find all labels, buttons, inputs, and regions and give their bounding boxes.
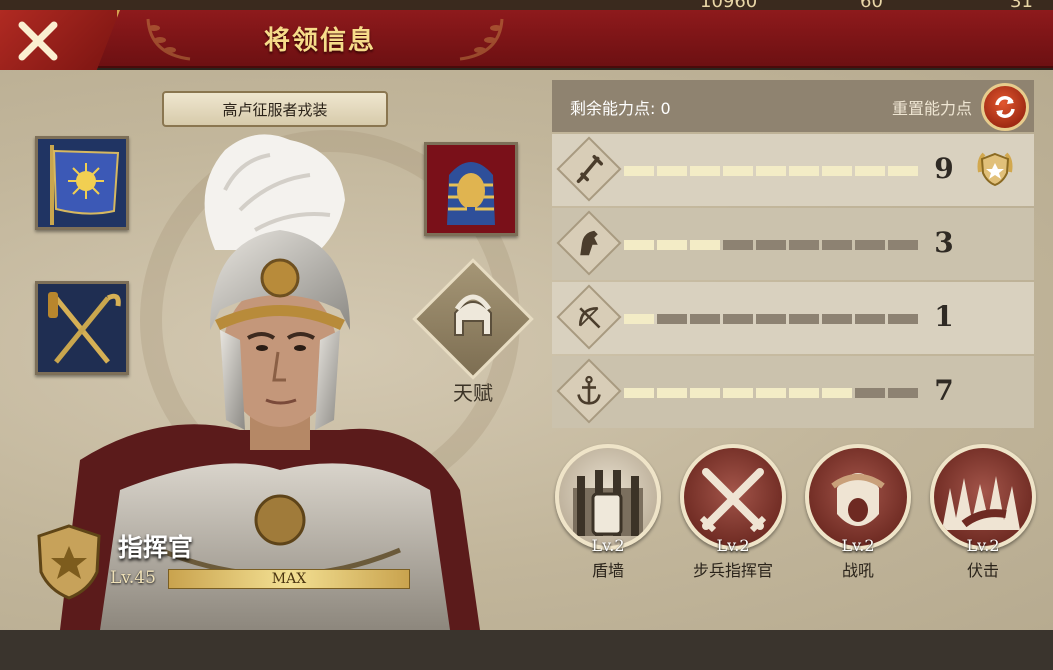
reset-points-label: 重置能力点	[891, 99, 972, 118]
bow-icon	[556, 284, 622, 350]
stat-row[interactable]: 1	[552, 282, 1034, 354]
refresh-icon	[995, 96, 1015, 118]
horse-icon	[556, 210, 622, 276]
stat-point-segment	[888, 166, 918, 176]
skill-name: 盾墙	[591, 561, 624, 580]
stat-point-segment	[756, 240, 786, 250]
equipment-set-name[interactable]: 高卢征服者戎装	[162, 91, 388, 127]
gold-amount: 10960	[700, 0, 757, 10]
remaining-points-value: 0	[660, 99, 671, 118]
stat-point-segment	[855, 314, 885, 324]
stat-value: 7	[934, 374, 954, 407]
stat-point-segment	[888, 240, 918, 250]
stat-point-segment	[822, 166, 852, 176]
stat-point-segment	[855, 388, 885, 398]
sword-icon	[556, 136, 622, 202]
laurel-right-icon	[459, 18, 504, 61]
ability-points-header: 剩余能力点: 0 重置能力点	[552, 80, 1034, 132]
stat-point-segment	[822, 314, 852, 324]
stat-point-segment	[723, 388, 753, 398]
rank-badge-icon	[37, 524, 101, 600]
stat-points-bar	[624, 166, 918, 176]
stat-point-segment	[624, 388, 654, 398]
stat-point-segment	[624, 166, 654, 176]
stat-point-segment	[822, 388, 852, 398]
stat-row[interactable]: 9	[552, 134, 1034, 206]
stat-point-segment	[690, 314, 720, 324]
war-cry-icon[interactable]	[805, 444, 911, 550]
stat-point-segment	[855, 166, 885, 176]
stat-point-segment	[855, 240, 885, 250]
token-amount: 31	[1010, 0, 1033, 10]
stat-value: 1	[934, 300, 954, 333]
experience-max-label: MAX	[271, 571, 307, 587]
stat-point-segment	[690, 166, 720, 176]
stat-point-segment	[657, 388, 687, 398]
stat-point-segment	[756, 314, 786, 324]
skill-level: Lv.2	[966, 536, 1000, 555]
commander-level: Lv.45	[110, 568, 156, 588]
stat-points-bar	[624, 388, 918, 398]
stat-point-segment	[624, 240, 654, 250]
stat-point-segment	[723, 314, 753, 324]
stat-point-segment	[657, 166, 687, 176]
stat-point-segment	[822, 240, 852, 250]
stat-point-segment	[690, 240, 720, 250]
talent-label: 天赋	[453, 381, 493, 405]
stat-point-segment	[888, 314, 918, 324]
skill-level: Lv.2	[841, 536, 875, 555]
stat-row[interactable]: 3	[552, 208, 1034, 280]
rank-title: 指挥官	[118, 533, 194, 562]
crossed-swords-icon[interactable]	[680, 444, 786, 550]
stat-point-segment	[789, 240, 819, 250]
skill-name: 战吼	[841, 561, 874, 580]
commander-portrait	[60, 134, 480, 630]
stat-point-segment	[789, 314, 819, 324]
stat-point-segment	[723, 166, 753, 176]
stat-point-segment	[690, 388, 720, 398]
stat-row[interactable]: 7	[552, 356, 1034, 428]
ambush-icon[interactable]	[930, 444, 1036, 550]
skill-item[interactable]: Lv.2 步兵指挥官	[680, 444, 786, 581]
stat-value: 9	[934, 152, 954, 185]
helmet-icon	[454, 294, 492, 336]
skill-name: 伏击	[966, 561, 999, 580]
gem-amount: 60	[860, 0, 883, 10]
reset-points-button[interactable]	[981, 83, 1029, 131]
remaining-points-label: 剩余能力点:	[570, 99, 656, 118]
experience-bar: MAX	[168, 569, 410, 589]
skill-level: Lv.2	[716, 536, 750, 555]
stat-point-segment	[723, 240, 753, 250]
stat-point-segment	[888, 388, 918, 398]
close-icon	[18, 21, 58, 61]
skill-item[interactable]: Lv.2 伏击	[930, 444, 1036, 581]
skill-level: Lv.2	[591, 536, 625, 555]
stat-point-segment	[756, 388, 786, 398]
bottom-bar	[0, 630, 1053, 670]
stat-point-segment	[756, 166, 786, 176]
stat-point-segment	[789, 166, 819, 176]
resource-strip: 10960 60 31	[0, 0, 1053, 10]
title-bar: 将领信息	[0, 10, 1053, 68]
skill-item[interactable]: Lv.2 战吼	[805, 444, 911, 581]
skill-name: 步兵指挥官	[692, 561, 773, 580]
stat-points-bar	[624, 240, 918, 250]
remaining-points: 剩余能力点: 0	[570, 95, 671, 119]
stat-point-segment	[657, 314, 687, 324]
skill-item[interactable]: Lv.2 盾墙	[555, 444, 661, 581]
shield-wall-icon[interactable]	[555, 444, 661, 550]
stat-value: 3	[934, 226, 954, 259]
stat-point-segment	[624, 314, 654, 324]
stat-point-segment	[657, 240, 687, 250]
anchor-icon	[556, 358, 622, 424]
stat-point-segment	[789, 388, 819, 398]
stat-points-bar	[624, 314, 918, 324]
star-medal-icon	[972, 146, 1018, 192]
